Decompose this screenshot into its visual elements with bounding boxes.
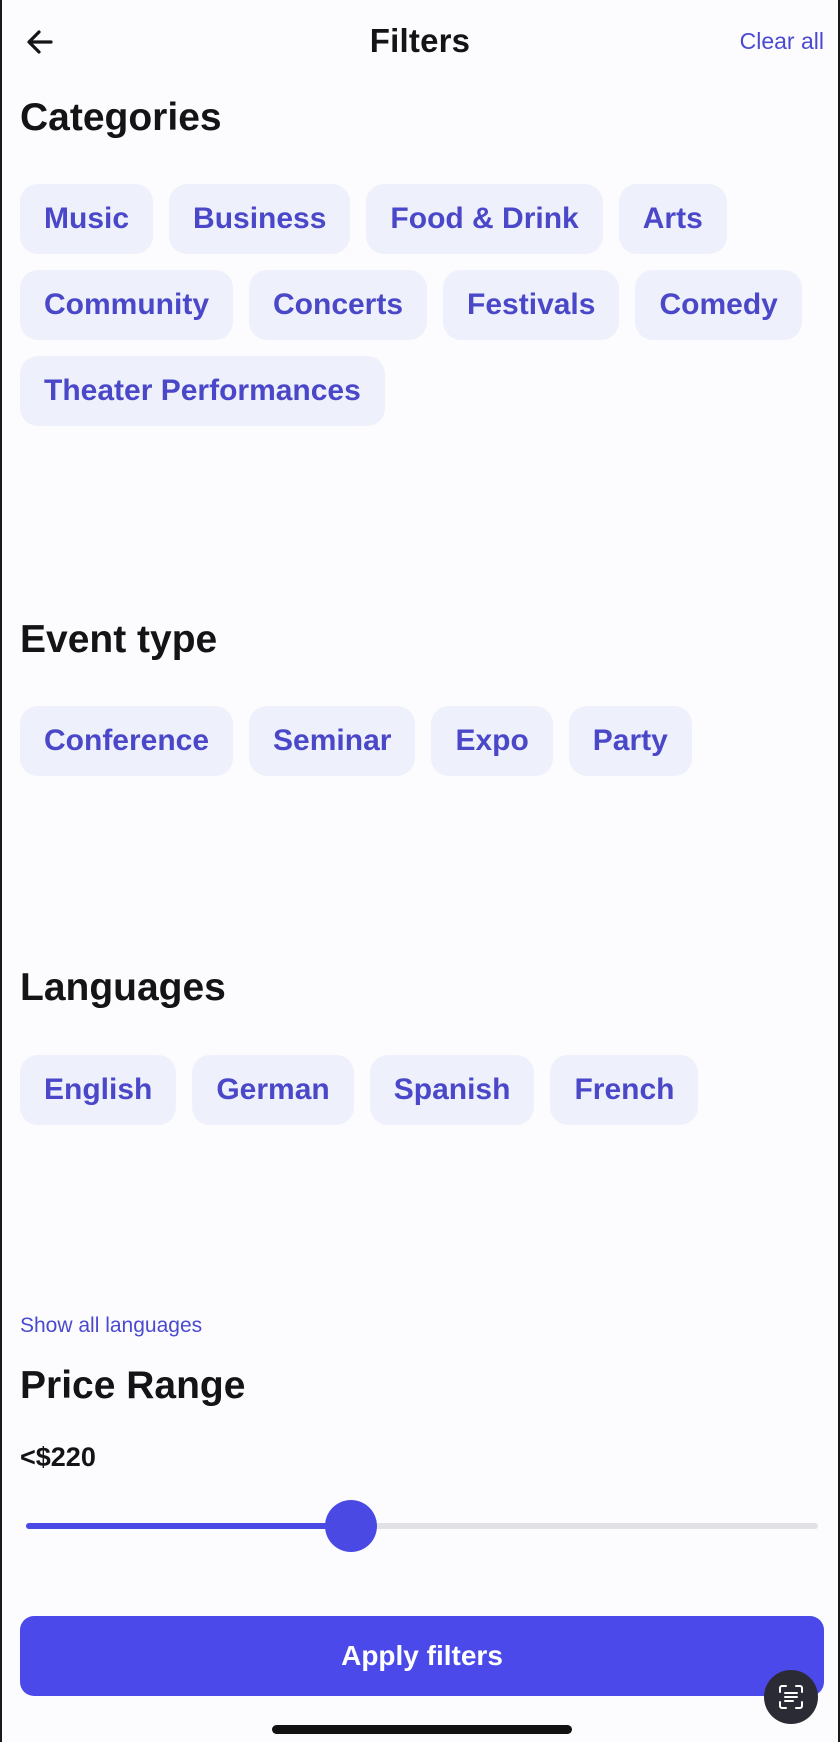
frame-edge-left bbox=[0, 0, 2, 1742]
category-chip-food-drink[interactable]: Food & Drink bbox=[366, 184, 603, 254]
event-type-chip-seminar[interactable]: Seminar bbox=[249, 706, 416, 776]
slider-thumb[interactable] bbox=[324, 1500, 377, 1552]
category-chip-festivals[interactable]: Festivals bbox=[443, 270, 620, 340]
price-range-title: Price Range bbox=[20, 1364, 246, 1407]
event-type-chip-party[interactable]: Party bbox=[568, 706, 692, 776]
event-type-chip-conference[interactable]: Conference bbox=[20, 706, 234, 776]
categories-chip-list: Music Business Food & Drink Arts Community Co… bbox=[20, 184, 840, 426]
clear-all-button[interactable]: Clear all bbox=[740, 28, 824, 55]
category-chip-concerts[interactable]: Concerts bbox=[249, 270, 428, 340]
price-range-slider[interactable] bbox=[26, 1496, 818, 1556]
apply-filters-button[interactable]: Apply filters bbox=[20, 1616, 824, 1696]
category-chip-arts[interactable]: Arts bbox=[618, 184, 727, 254]
header: Filters Clear all bbox=[0, 0, 840, 84]
home-indicator bbox=[272, 1725, 572, 1734]
category-chip-community[interactable]: Community bbox=[20, 270, 233, 340]
show-all-languages-link[interactable]: Show all languages bbox=[20, 1314, 202, 1338]
language-chip-german[interactable]: German bbox=[192, 1055, 354, 1125]
category-chip-music[interactable]: Music bbox=[20, 184, 154, 254]
event-type-chip-expo[interactable]: Expo bbox=[431, 706, 553, 776]
language-chip-spanish[interactable]: Spanish bbox=[369, 1055, 535, 1125]
event-type-title: Event type bbox=[20, 618, 218, 661]
category-chip-business[interactable]: Business bbox=[169, 184, 351, 254]
page-title: Filters bbox=[369, 22, 471, 59]
category-chip-theater-performances[interactable]: Theater Performances bbox=[20, 356, 385, 426]
languages-title: Languages bbox=[20, 966, 226, 1009]
text-scan-icon bbox=[779, 1685, 803, 1709]
language-chip-english[interactable]: English bbox=[20, 1055, 177, 1125]
slider-fill bbox=[26, 1523, 351, 1529]
language-chip-french[interactable]: French bbox=[550, 1055, 699, 1125]
event-type-chip-list: Conference Seminar Expo Party bbox=[20, 706, 840, 776]
languages-chip-list: English German Spanish French bbox=[20, 1055, 840, 1125]
price-range-value: <$220 bbox=[20, 1442, 96, 1472]
text-scan-button[interactable] bbox=[764, 1670, 818, 1724]
categories-title: Categories bbox=[20, 96, 222, 139]
category-chip-comedy[interactable]: Comedy bbox=[635, 270, 802, 340]
